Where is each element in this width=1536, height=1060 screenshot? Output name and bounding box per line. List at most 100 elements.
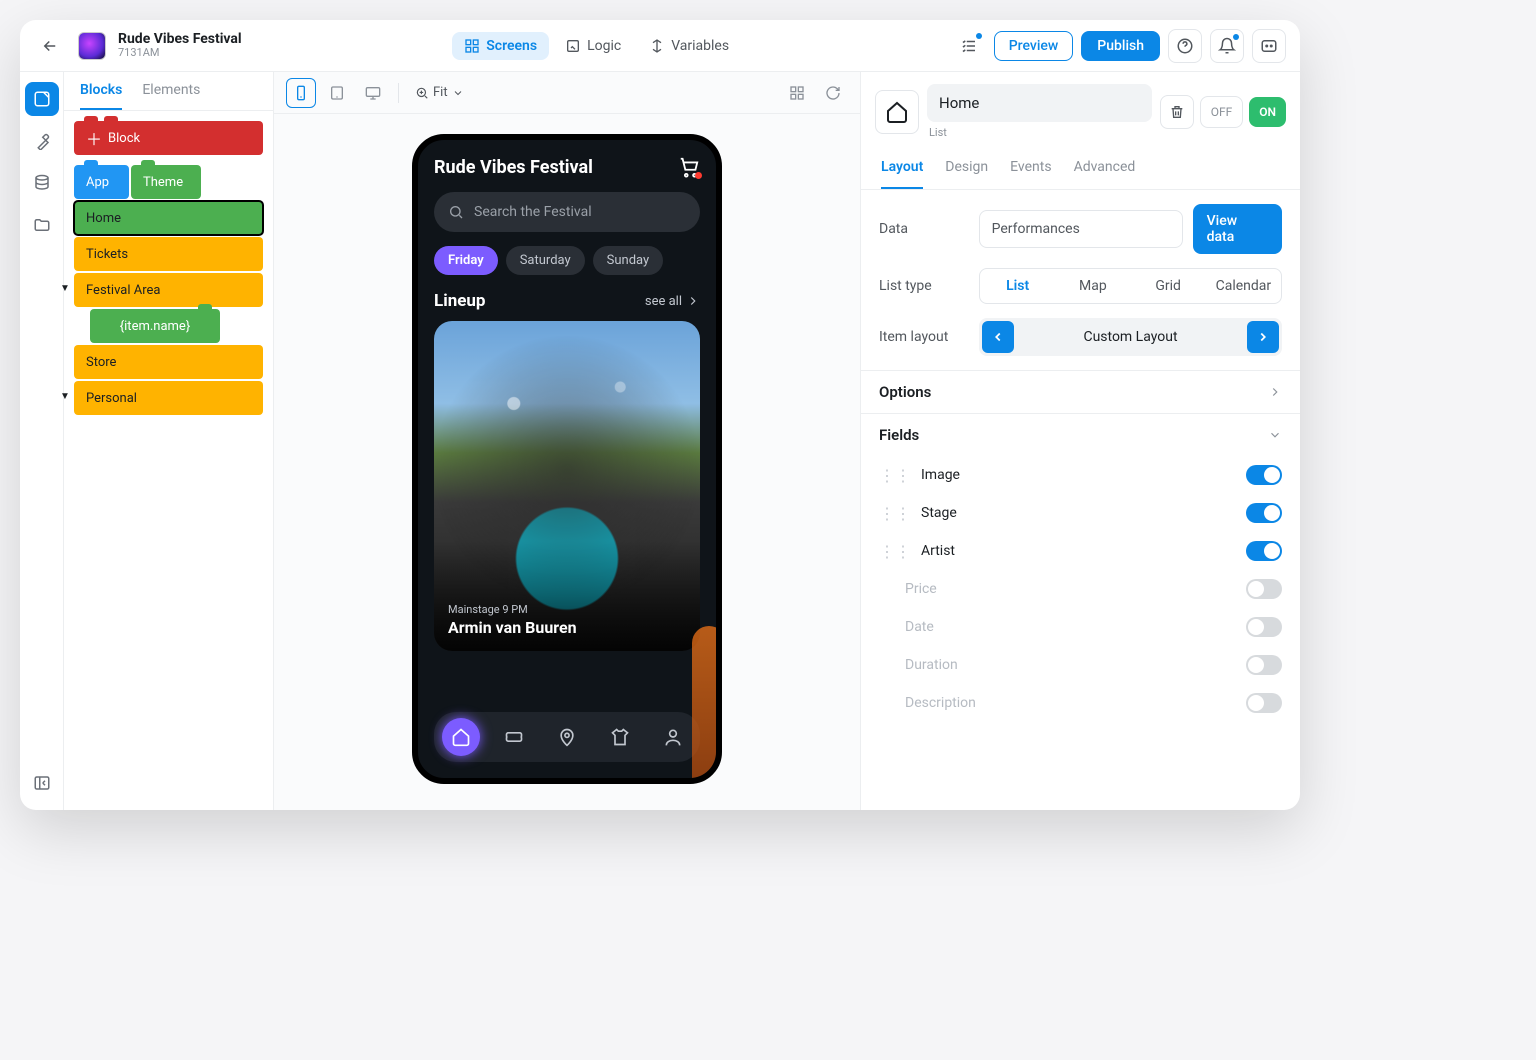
phone-tabbar (434, 712, 700, 762)
field-toggle[interactable] (1246, 541, 1282, 561)
tab-merch-icon[interactable] (601, 718, 639, 756)
grid-view-icon[interactable] (782, 78, 812, 108)
screen-type-icon (875, 90, 919, 134)
list-type-map[interactable]: Map (1055, 269, 1130, 303)
block-festival-area[interactable]: ▼ Festival Area (74, 273, 263, 307)
lineup-card[interactable]: Mainstage 9 PM Armin van Buuren (434, 321, 700, 651)
data-source-input[interactable] (979, 210, 1183, 248)
rail-screens-icon[interactable] (25, 82, 59, 116)
block-personal[interactable]: ▼ Personal (74, 381, 263, 415)
add-block-button[interactable]: ＋Block (74, 121, 263, 155)
block-store-label: Store (74, 345, 263, 379)
field-row: Duration (879, 646, 1282, 684)
rail-files-icon[interactable] (25, 208, 59, 242)
day-chip-saturday[interactable]: Saturday (506, 246, 585, 275)
tab-screens[interactable]: Screens (452, 32, 549, 60)
tab-location-icon[interactable] (548, 718, 586, 756)
field-toggle[interactable] (1246, 617, 1282, 637)
block-app-label: App (74, 165, 129, 199)
field-toggle[interactable] (1246, 579, 1282, 599)
help-icon[interactable] (1168, 29, 1202, 63)
caret-icon[interactable]: ▼ (60, 391, 70, 402)
project-id: 7131AM (118, 47, 242, 59)
list-type-segmented: List Map Grid Calendar (979, 268, 1282, 304)
field-toggle[interactable] (1246, 655, 1282, 675)
publish-button[interactable]: Publish (1081, 31, 1160, 61)
screen-name-input[interactable]: Home (927, 84, 1152, 122)
block-home-label: Home (74, 201, 263, 235)
phone-preview: Rude Vibes Festival Search the Festival … (412, 134, 722, 784)
sidebar-tab-blocks[interactable]: Blocks (80, 82, 122, 110)
tab-variables[interactable]: Variables (637, 32, 741, 60)
device-desktop-icon[interactable] (358, 78, 388, 108)
phone-title: Rude Vibes Festival (434, 157, 593, 178)
checklist-icon[interactable] (952, 29, 986, 63)
see-all-link[interactable]: see all (645, 294, 700, 309)
search-input[interactable]: Search the Festival (434, 192, 700, 232)
tab-profile-icon[interactable] (654, 718, 692, 756)
delete-button[interactable] (1160, 95, 1194, 129)
search-placeholder: Search the Festival (474, 204, 592, 220)
zoom-control[interactable]: Fit (415, 85, 464, 100)
chat-icon[interactable] (1252, 29, 1286, 63)
field-row: Price (879, 570, 1282, 608)
list-type-calendar[interactable]: Calendar (1206, 269, 1281, 303)
back-button[interactable] (34, 30, 66, 62)
tab-logic[interactable]: Logic (553, 32, 633, 60)
field-toggle[interactable] (1246, 503, 1282, 523)
block-personal-label: Personal (74, 381, 263, 415)
app-icon (78, 32, 106, 60)
block-theme-label: Theme (131, 165, 201, 199)
visibility-on[interactable]: ON (1249, 97, 1286, 127)
device-phone-icon[interactable] (286, 78, 316, 108)
chevron-right-icon (1268, 385, 1282, 399)
next-card-peek (692, 626, 722, 784)
drag-handle-icon[interactable]: ⋮⋮ (879, 466, 911, 485)
caret-icon[interactable]: ▼ (60, 283, 70, 294)
search-icon (448, 204, 464, 220)
data-label: Data (879, 221, 969, 237)
visibility-off[interactable]: OFF (1200, 96, 1244, 128)
tab-tickets-icon[interactable] (495, 718, 533, 756)
layout-next-button[interactable] (1247, 321, 1279, 353)
fields-section[interactable]: Fields (861, 414, 1300, 456)
drag-handle-icon[interactable]: ⋮⋮ (879, 504, 911, 523)
card-artist: Armin van Buuren (448, 618, 577, 637)
field-toggle[interactable] (1246, 465, 1282, 485)
rail-theme-icon[interactable] (25, 124, 59, 158)
block-theme[interactable]: Theme (131, 165, 201, 199)
block-app[interactable]: App (74, 165, 129, 199)
inspector-tab-advanced[interactable]: Advanced (1074, 151, 1136, 189)
zoom-label: Fit (433, 85, 448, 100)
view-data-button[interactable]: View data (1193, 204, 1282, 254)
inspector-tab-design[interactable]: Design (945, 151, 988, 189)
block-tickets[interactable]: Tickets (74, 237, 263, 271)
layout-prev-button[interactable] (982, 321, 1014, 353)
block-home[interactable]: Home (74, 201, 263, 235)
field-row: ⋮⋮Image (879, 456, 1282, 494)
inspector-tab-events[interactable]: Events (1010, 151, 1051, 189)
list-type-grid[interactable]: Grid (1131, 269, 1206, 303)
block-item-name[interactable]: {item.name} (90, 309, 220, 343)
preview-button[interactable]: Preview (994, 31, 1074, 61)
field-label: Price (905, 581, 937, 597)
rail-expand-icon[interactable] (25, 766, 59, 800)
block-store[interactable]: Store (74, 345, 263, 379)
drag-handle-icon[interactable]: ⋮⋮ (879, 542, 911, 561)
refresh-icon[interactable] (818, 78, 848, 108)
sidebar-tab-elements[interactable]: Elements (142, 82, 200, 110)
tab-home-icon[interactable] (442, 718, 480, 756)
rail-database-icon[interactable] (25, 166, 59, 200)
day-chip-friday[interactable]: Friday (434, 246, 498, 275)
field-label: Duration (905, 657, 958, 673)
screen-subtype: List (927, 126, 1152, 139)
device-tablet-icon[interactable] (322, 78, 352, 108)
options-section[interactable]: Options (861, 371, 1300, 413)
notifications-icon[interactable] (1210, 29, 1244, 63)
list-type-list[interactable]: List (980, 269, 1055, 303)
day-chip-sunday[interactable]: Sunday (593, 246, 664, 275)
card-stage: Mainstage 9 PM (448, 603, 577, 616)
inspector-tab-layout[interactable]: Layout (881, 151, 923, 189)
cart-icon[interactable] (678, 156, 700, 178)
field-toggle[interactable] (1246, 693, 1282, 713)
